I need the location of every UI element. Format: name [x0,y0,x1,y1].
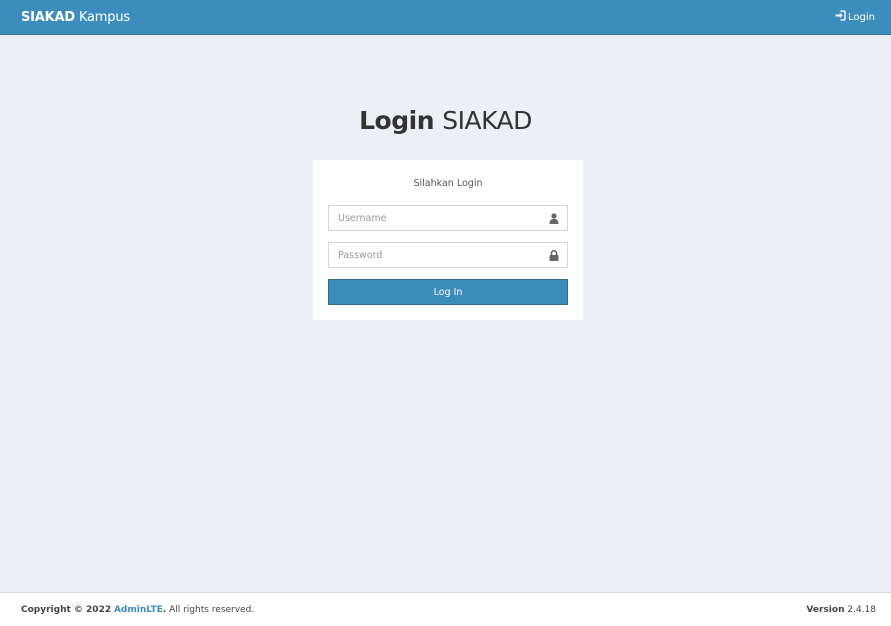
login-box-message: Silahkan Login [413,178,483,189]
password-input[interactable] [329,243,567,268]
lock-icon [549,250,559,261]
username-input[interactable] [329,206,567,231]
top-navbar: SIAKAD Kampus Login [0,0,891,35]
footer-rights-text: All rights reserved. [169,604,255,615]
sign-in-icon [835,10,846,24]
brand-bold-text: SIAKAD [21,9,75,25]
footer-copyright-prefix: Copyright © 2022 [21,604,112,615]
footer-suffix-dot: . [162,604,167,615]
page-title: Login SIAKAD [0,106,891,135]
page-title-light: SIAKAD [442,106,532,135]
footer-version-label: Version [806,604,845,615]
footer-brand-link[interactable]: AdminLTE [114,605,163,615]
brand-light-text: Kampus [78,9,130,25]
footer-version-number: 2.4.18 [847,604,876,615]
nav-login-label: Login [848,11,875,23]
login-box: Silahkan Login Log In [313,160,583,320]
password-field-group [328,242,568,268]
nav-login-link[interactable]: Login [835,10,875,24]
footer-copyright: Copyright © 2022 AdminLTE. All rights re… [21,605,254,615]
page-title-bold: Login [359,106,434,135]
footer-version: Version 2.4.18 [806,605,876,615]
username-field-group [328,205,568,231]
footer: Copyright © 2022 AdminLTE. All rights re… [0,592,891,626]
login-button[interactable]: Log In [328,279,568,305]
user-icon [549,213,559,224]
brand-logo[interactable]: SIAKAD Kampus [21,10,130,25]
